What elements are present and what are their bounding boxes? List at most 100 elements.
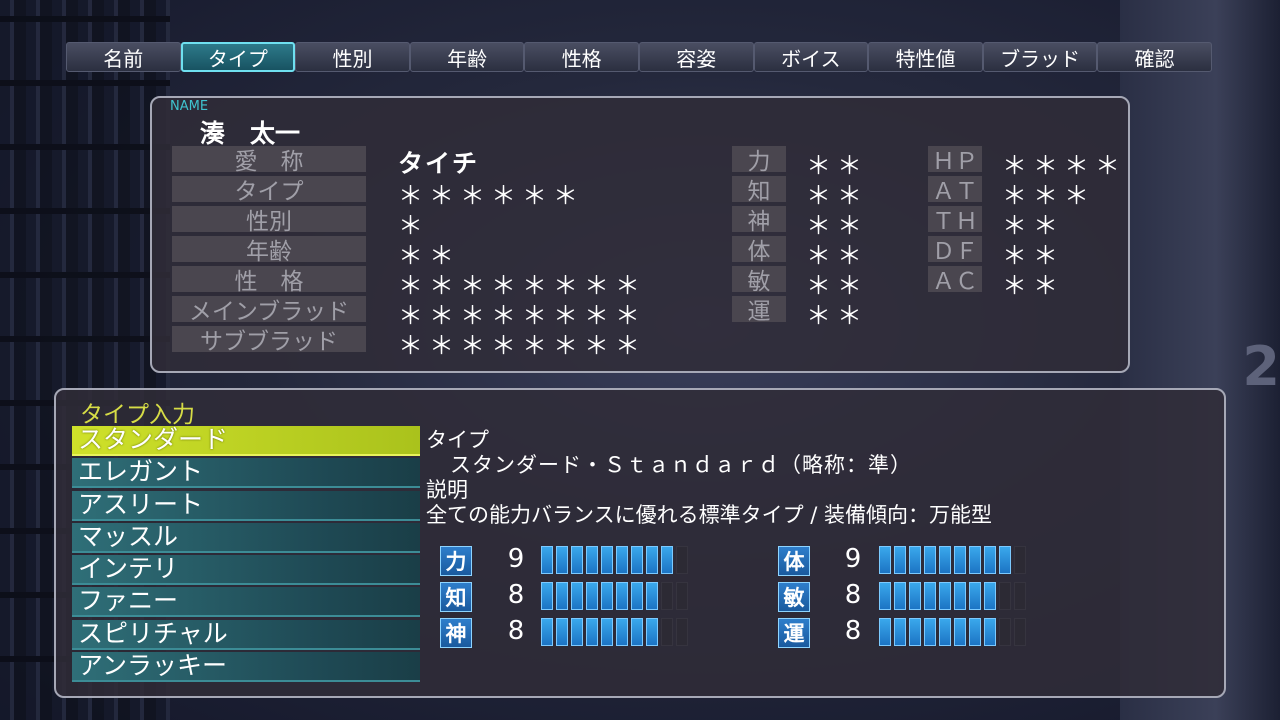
tab-appearance[interactable]: 容姿 (638, 42, 754, 72)
type-option-funny[interactable]: ファニー (72, 587, 420, 618)
bar-label-strength: 力 (440, 546, 472, 576)
bar-segment (541, 618, 553, 646)
bar-segment (939, 618, 951, 646)
bar-segment (676, 582, 688, 610)
bar-segment (586, 582, 598, 610)
bar-segment (541, 582, 553, 610)
tab-bar: 名前 タイプ 性別 年齢 性格 容姿 ボイス 特性値 ブラッド 確認 (66, 42, 1212, 74)
label-th: ＴＨ (928, 206, 982, 235)
bar-segment (954, 618, 966, 646)
bar-segment (616, 582, 628, 610)
bar-strength (541, 546, 691, 574)
bar-segment (661, 582, 673, 610)
bar-value-spirit: 8 (507, 616, 525, 646)
bar-segment (601, 546, 613, 574)
label-nickname: 愛 称 (172, 146, 366, 175)
bar-segment (879, 618, 891, 646)
bar-segment (924, 618, 936, 646)
tab-blood[interactable]: ブラッド (982, 42, 1098, 72)
label-intellect: 知 (732, 176, 786, 205)
bar-segment (909, 546, 921, 574)
label-df: ＤＦ (928, 236, 982, 265)
bar-segment (556, 546, 568, 574)
bar-segment (616, 618, 628, 646)
bar-label-body: 体 (778, 546, 810, 576)
label-luck: 運 (732, 296, 786, 325)
label-body: 体 (732, 236, 786, 265)
bar-segment (984, 546, 996, 574)
label-type: タイプ (172, 176, 366, 205)
bar-value-intellect: 8 (507, 580, 525, 610)
bar-segment (939, 582, 951, 610)
label-main-blood: メインブラッド (172, 296, 366, 325)
type-option-standard[interactable]: スタンダード (72, 426, 420, 456)
bar-segment (646, 618, 658, 646)
bar-value-agility: 8 (844, 580, 862, 610)
bar-luck (879, 618, 1029, 646)
bar-segment (969, 618, 981, 646)
bar-label-spirit: 神 (440, 618, 472, 648)
bar-segment (676, 546, 688, 574)
bar-segment (954, 582, 966, 610)
bar-segment (984, 618, 996, 646)
bar-segment (1014, 618, 1026, 646)
label-hp: ＨＰ (928, 146, 982, 175)
type-list: スタンダード エレガント アスリート マッスル インテリ ファニー スピリチャル… (72, 426, 420, 684)
bar-segment (586, 546, 598, 574)
tab-gender[interactable]: 性別 (295, 42, 410, 72)
bar-segment (984, 582, 996, 610)
bar-segment (879, 546, 891, 574)
bar-segment (571, 546, 583, 574)
bar-segment (999, 618, 1011, 646)
type-option-elegant[interactable]: エレガント (72, 458, 420, 489)
bar-segment (601, 582, 613, 610)
type-option-intelli[interactable]: インテリ (72, 555, 420, 586)
tab-voice[interactable]: ボイス (753, 42, 869, 72)
label-age: 年齢 (172, 236, 366, 265)
tab-confirm[interactable]: 確認 (1097, 42, 1212, 72)
bar-segment (999, 546, 1011, 574)
bar-segment (894, 546, 906, 574)
description-value: 全ての能力バランスに優れる標準タイプ / 装備傾向：万能型 (426, 503, 993, 527)
bar-segment (939, 546, 951, 574)
bar-segment (631, 618, 643, 646)
label-strength: 力 (732, 146, 786, 175)
bar-segment (586, 618, 598, 646)
tab-personality[interactable]: 性格 (524, 42, 639, 72)
bar-segment (601, 618, 613, 646)
bar-segment (616, 546, 628, 574)
label-at: ＡＴ (928, 176, 982, 205)
type-value: スタンダード・Ｓｔａｎｄａｒｄ（略称：準） (450, 453, 912, 477)
name-caption: NAME (170, 99, 209, 114)
bar-segment (571, 618, 583, 646)
bar-segment (909, 582, 921, 610)
bar-segment (541, 546, 553, 574)
bar-segment (969, 546, 981, 574)
label-personality: 性 格 (172, 266, 366, 295)
bar-segment (879, 582, 891, 610)
bar-segment (556, 618, 568, 646)
bar-segment (646, 582, 658, 610)
tab-attributes[interactable]: 特性値 (868, 42, 983, 72)
type-option-spiritual[interactable]: スピリチャル (72, 619, 420, 650)
tab-name[interactable]: 名前 (66, 42, 181, 72)
background-number: 2 (1242, 335, 1280, 398)
tab-type[interactable]: タイプ (180, 42, 296, 72)
type-option-athlete[interactable]: アスリート (72, 490, 420, 521)
label-spirit: 神 (732, 206, 786, 235)
bar-segment (1014, 546, 1026, 574)
bar-segment (676, 618, 688, 646)
type-input-title: タイプ入力 (80, 402, 195, 428)
value-sub-blood: ＊＊＊＊＊＊＊＊ (398, 331, 647, 360)
bar-value-strength: 9 (507, 544, 525, 574)
bar-segment (924, 546, 936, 574)
bar-label-luck: 運 (778, 618, 810, 648)
type-option-muscle[interactable]: マッスル (72, 522, 420, 553)
bar-body (879, 546, 1029, 574)
bar-segment (969, 582, 981, 610)
tab-age[interactable]: 年齢 (409, 42, 525, 72)
bar-value-body: 9 (844, 544, 862, 574)
bar-segment (646, 546, 658, 574)
type-option-unlucky[interactable]: アンラッキー (72, 652, 420, 683)
label-ac: ＡＣ (928, 266, 982, 295)
